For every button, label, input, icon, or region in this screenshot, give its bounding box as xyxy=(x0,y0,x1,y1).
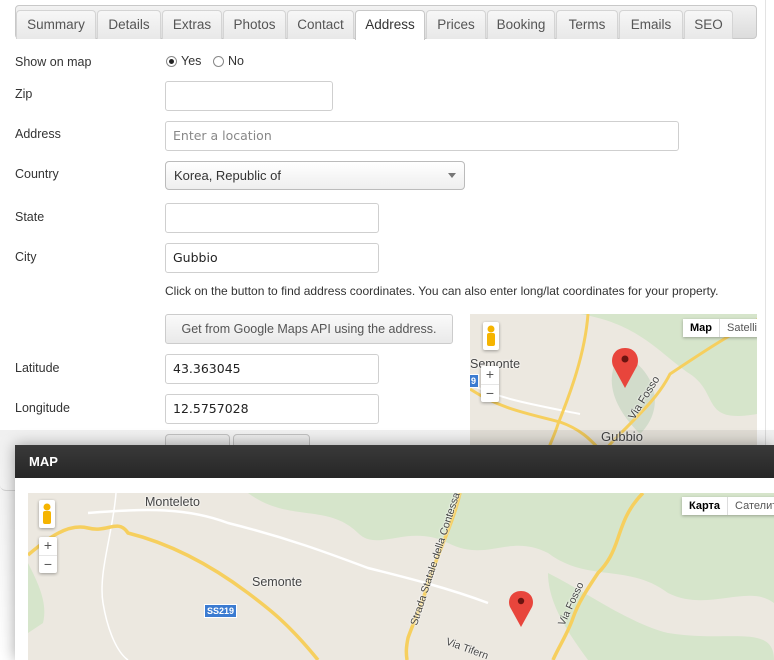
longitude-input[interactable]: 12.5757028 xyxy=(165,394,379,424)
tab-photos[interactable]: Photos xyxy=(223,10,286,39)
marker-dot xyxy=(517,597,525,605)
major-road-ss219 xyxy=(28,524,320,660)
zip-label: Zip xyxy=(15,87,33,101)
show-on-map-yes[interactable]: Yes xyxy=(166,54,201,68)
road-shield-ss219: SS219 xyxy=(204,604,238,618)
radio-yes-label: Yes xyxy=(181,54,202,68)
address-input[interactable]: Enter a location xyxy=(165,121,679,151)
tab-booking[interactable]: Booking xyxy=(487,10,555,39)
map-type-map[interactable]: Карта xyxy=(682,497,729,515)
zoom-out-button[interactable]: − xyxy=(481,385,499,403)
map-type-control: Map Satelli xyxy=(683,319,757,337)
modal-map[interactable]: + − Monteleto Semonte SS219 Strada Stata… xyxy=(28,493,774,660)
marker-icon[interactable] xyxy=(509,591,533,627)
map-type-satellite[interactable]: Сателит xyxy=(728,497,774,515)
latitude-input[interactable]: 43.363045 xyxy=(165,354,379,384)
minor-road xyxy=(101,493,129,660)
pegman-icon[interactable] xyxy=(39,500,55,528)
modal-map-tiles xyxy=(28,493,774,660)
map-label-semonte: Semonte xyxy=(252,575,303,589)
radio-no-label: No xyxy=(228,54,244,68)
pegman-icon[interactable] xyxy=(483,322,499,350)
state-input[interactable] xyxy=(165,203,379,233)
map-type-map[interactable]: Map xyxy=(683,319,720,337)
show-on-map-label: Show on map xyxy=(15,55,92,69)
chevron-down-icon xyxy=(448,173,456,178)
tab-address[interactable]: Address xyxy=(355,10,425,40)
country-select[interactable]: Korea, Republic of xyxy=(165,161,465,190)
tab-seo[interactable]: SEO xyxy=(684,10,733,39)
coordinates-hint: Click on the button to find address coor… xyxy=(165,284,719,298)
country-label: Country xyxy=(15,167,59,181)
map-label-monteleto: Monteleto xyxy=(145,495,200,509)
zoom-out-button[interactable]: − xyxy=(39,556,57,574)
state-label: State xyxy=(15,210,45,224)
zoom-in-button[interactable]: + xyxy=(39,537,57,556)
latitude-label: Latitude xyxy=(15,361,60,375)
property-edit-panel: Summary Details Extras Photos Contact Ad… xyxy=(0,0,766,491)
map-type-satellite[interactable]: Satelli xyxy=(720,319,757,337)
city-input[interactable]: Gubbio xyxy=(165,243,379,273)
tab-terms[interactable]: Terms xyxy=(556,10,618,39)
tab-details[interactable]: Details xyxy=(97,10,161,39)
road-shield: 9 xyxy=(470,374,480,388)
radio-yes[interactable] xyxy=(166,55,177,67)
zoom-control: + − xyxy=(39,537,57,573)
city-label: City xyxy=(15,250,37,264)
zip-input[interactable] xyxy=(165,81,333,111)
map-type-control: Карта Сателит xyxy=(682,497,774,515)
tab-extras[interactable]: Extras xyxy=(162,10,222,39)
address-label: Address xyxy=(15,127,61,141)
tab-summary[interactable]: Summary xyxy=(16,10,96,39)
geocode-button[interactable]: Get from Google Maps API using the addre… xyxy=(165,314,453,344)
zoom-control: + − xyxy=(481,366,499,402)
country-select-value: Korea, Republic of xyxy=(174,168,281,183)
show-on-map-no[interactable]: No xyxy=(213,54,244,68)
map-modal: MAP + − Monteleto Semonte SS219 Strada S… xyxy=(15,445,774,660)
tab-bar: Summary Details Extras Photos Contact Ad… xyxy=(15,5,757,40)
tab-prices[interactable]: Prices xyxy=(426,10,486,39)
radio-no[interactable] xyxy=(213,55,224,67)
modal-title: MAP xyxy=(15,445,774,478)
longitude-label: Longitude xyxy=(15,401,70,415)
tab-emails[interactable]: Emails xyxy=(619,10,683,39)
marker-dot xyxy=(621,355,629,363)
zoom-in-button[interactable]: + xyxy=(481,366,499,385)
tab-contact[interactable]: Contact xyxy=(287,10,354,39)
